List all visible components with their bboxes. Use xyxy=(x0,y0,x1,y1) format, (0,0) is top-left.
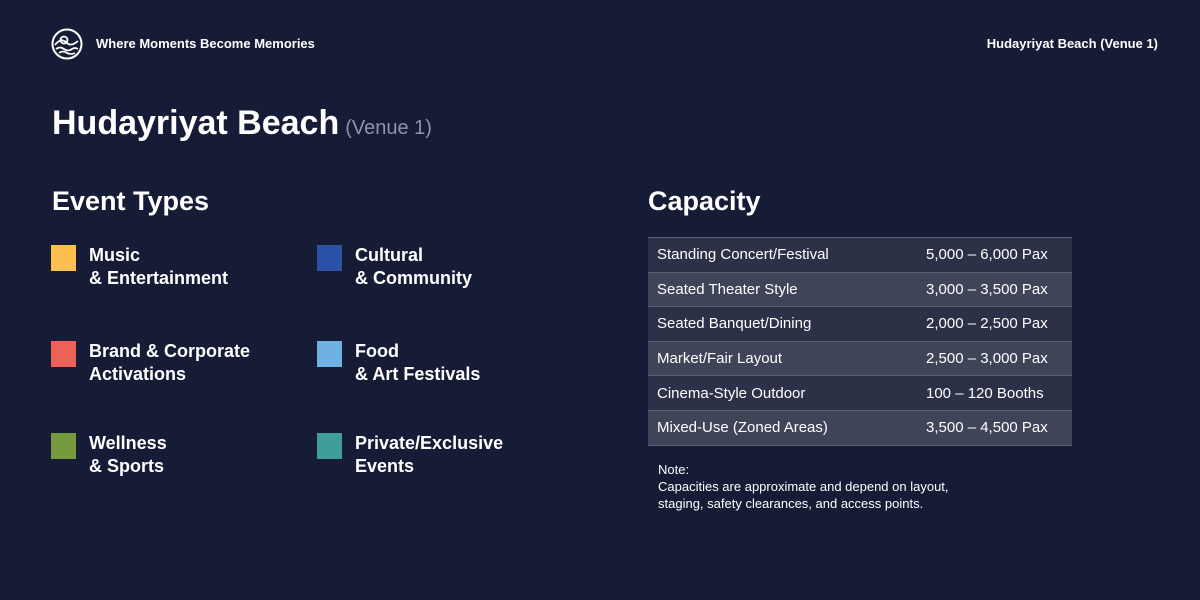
event-type-label: Private/Exclusive Events xyxy=(355,433,504,476)
event-type-swatch xyxy=(317,341,342,367)
capacity-value: 3,000 – 3,500 Pax xyxy=(926,272,1072,308)
event-type-swatch xyxy=(317,433,342,459)
capacity-heading: Capacity xyxy=(648,186,761,216)
capacity-value: 5,000 – 6,000 Pax xyxy=(926,237,1072,273)
event-type-food-art: Food & Art Festivals xyxy=(317,340,480,386)
event-types-heading: Event Types xyxy=(52,186,210,216)
event-type-swatch xyxy=(317,245,342,271)
header-tagline: Where Moments Become Memories xyxy=(96,36,315,51)
note-text-line: staging, safety clearances, and access p… xyxy=(658,496,924,511)
capacity-value: 3,500 – 4,500 Pax xyxy=(926,410,1072,446)
event-type-label: Wellness & Sports xyxy=(89,433,167,476)
event-type-wellness-sports: Wellness & Sports xyxy=(51,432,167,478)
logo-icon xyxy=(51,28,83,60)
header-venue-name: Hudayriyat Beach (Venue 1) xyxy=(986,36,1158,51)
event-type-label: Brand & Corporate Activations xyxy=(89,341,251,384)
event-type-swatch xyxy=(51,341,76,367)
capacity-layout-label: Market/Fair Layout xyxy=(648,341,926,377)
capacity-layout-label: Standing Concert/Festival xyxy=(648,237,926,273)
table-row: Market/Fair Layout 2,500 – 3,000 Pax xyxy=(648,341,1072,377)
capacity-layout-label: Cinema-Style Outdoor xyxy=(648,375,926,411)
capacity-value: 2,500 – 3,000 Pax xyxy=(926,341,1072,377)
page-title-main: Hudayriyat Beach xyxy=(52,104,340,142)
capacity-layout-label: Seated Theater Style xyxy=(648,272,926,308)
event-type-music: Music & Entertainment xyxy=(51,244,228,290)
event-type-cultural: Cultural & Community xyxy=(317,244,472,290)
page-title-subtitle: (Venue 1) xyxy=(345,117,432,139)
capacity-table: Standing Concert/Festival 5,000 – 6,000 … xyxy=(648,237,1072,446)
capacity-value: 100 – 120 Booths xyxy=(926,375,1072,411)
capacity-value: 2,000 – 2,500 Pax xyxy=(926,306,1072,342)
page-title: Hudayriyat Beach (Venue 1) xyxy=(52,104,432,143)
event-type-label: Cultural & Community xyxy=(355,245,472,288)
event-type-swatch xyxy=(51,433,76,459)
table-row: Standing Concert/Festival 5,000 – 6,000 … xyxy=(648,237,1072,273)
note-label: Note: xyxy=(658,462,690,477)
event-type-label: Music & Entertainment xyxy=(89,245,229,288)
event-type-label: Food & Art Festivals xyxy=(355,341,481,384)
table-row: Seated Theater Style 3,000 – 3,500 Pax xyxy=(648,272,1072,308)
capacity-layout-label: Mixed-Use (Zoned Areas) xyxy=(648,410,926,446)
capacity-layout-label: Seated Banquet/Dining xyxy=(648,306,926,342)
event-type-brand-corporate: Brand & Corporate Activations xyxy=(51,340,250,386)
table-row: Cinema-Style Outdoor 100 – 120 Booths xyxy=(648,375,1072,411)
table-row: Mixed-Use (Zoned Areas) 3,500 – 4,500 Pa… xyxy=(648,410,1072,446)
table-row: Seated Banquet/Dining 2,000 – 2,500 Pax xyxy=(648,306,1072,342)
note-text-line: Capacities are approximate and depend on… xyxy=(658,479,949,494)
event-type-swatch xyxy=(51,245,76,271)
capacity-note: Note: Capacities are approximate and dep… xyxy=(658,461,949,512)
event-type-private-exclusive: Private/Exclusive Events xyxy=(317,432,503,478)
